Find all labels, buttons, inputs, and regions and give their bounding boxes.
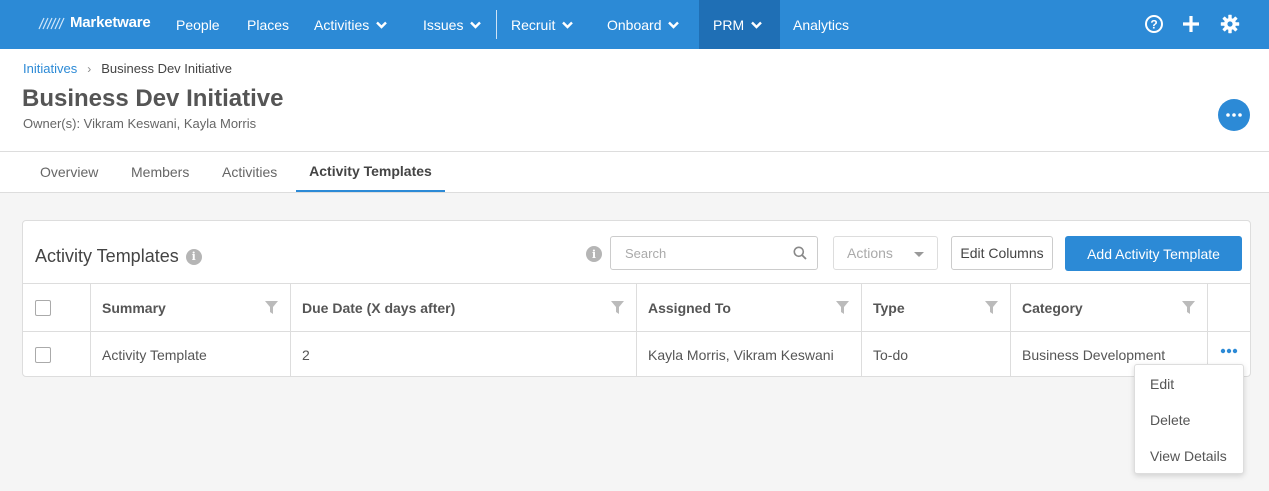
chevron-down-icon <box>751 21 762 29</box>
card-title-text: Activity Templates <box>35 246 179 266</box>
filter-icon[interactable] <box>1182 301 1195 314</box>
cell-type: To-do <box>862 332 1011 377</box>
nav-places-label: Places <box>247 16 290 33</box>
page-header: Initiatives › Business Dev Initiative Bu… <box>0 49 1269 152</box>
help-icon[interactable]: ? <box>1143 13 1165 35</box>
nav-prm[interactable]: PRM <box>699 0 780 49</box>
row-checkbox[interactable] <box>35 346 51 363</box>
tab-activities[interactable]: Activities <box>222 152 277 192</box>
table-row[interactable]: Activity Template 2 Kayla Morris, Vikram… <box>23 332 1250 377</box>
gear-icon[interactable] <box>1219 13 1241 35</box>
tab-overview[interactable]: Overview <box>40 152 98 192</box>
cell-summary[interactable]: Activity Template <box>91 332 291 377</box>
brand-mark-icon <box>38 17 65 29</box>
breadcrumb: Initiatives › Business Dev Initiative <box>23 61 232 76</box>
nav-places[interactable]: Places <box>247 0 289 49</box>
breadcrumb-initiatives-link[interactable]: Initiatives <box>23 61 77 76</box>
actions-dropdown[interactable]: Actions <box>833 236 938 270</box>
row-actions-ellipsis-icon[interactable] <box>1220 348 1238 354</box>
nav-issues-label: Issues <box>423 16 464 33</box>
plus-icon[interactable] <box>1180 13 1202 35</box>
filter-icon[interactable] <box>836 301 849 314</box>
tab-activities-label: Activities <box>222 164 278 180</box>
menu-item-edit[interactable]: Edit <box>1150 376 1174 392</box>
owners-text: Owner(s): Vikram Keswani, Kayla Morris <box>23 116 257 131</box>
column-assigned-to-label: Assigned To <box>648 299 731 316</box>
nav-people[interactable]: People <box>176 0 220 49</box>
more-options-button[interactable] <box>1218 99 1250 131</box>
column-header-type[interactable]: Type <box>862 284 1011 331</box>
table-header-row: Summary Due Date (X days after) Assigned… <box>23 283 1250 332</box>
search-icon[interactable] <box>793 246 807 260</box>
edit-columns-label: Edit Columns <box>960 245 1044 261</box>
row-actions-menu: Edit Delete View Details <box>1134 364 1244 474</box>
card-title: Activity Templates i <box>35 246 202 267</box>
select-all-cell <box>23 284 91 331</box>
tab-activity-templates[interactable]: Activity Templates <box>296 152 445 192</box>
column-type-label: Type <box>873 299 905 316</box>
column-header-summary[interactable]: Summary <box>91 284 291 331</box>
brand-name: Marketware <box>70 14 151 31</box>
nav-prm-label: PRM <box>713 16 745 33</box>
column-summary-label: Summary <box>102 299 166 316</box>
menu-item-view-details[interactable]: View Details <box>1150 448 1227 464</box>
chevron-down-icon <box>562 21 574 29</box>
cell-due-date: 2 <box>291 332 637 377</box>
tab-activity-templates-label: Activity Templates <box>309 163 432 179</box>
column-header-category[interactable]: Category <box>1011 284 1208 331</box>
cell-assigned-to: Kayla Morris, Vikram Keswani <box>637 332 862 377</box>
info-icon[interactable]: i <box>185 248 202 265</box>
column-due-date-label: Due Date (X days after) <box>302 299 456 316</box>
search-field[interactable] <box>610 236 818 270</box>
chevron-down-icon <box>470 21 482 29</box>
search-info-icon[interactable]: i <box>586 246 602 262</box>
svg-text:?: ? <box>1150 18 1157 32</box>
tab-overview-label: Overview <box>40 164 99 180</box>
edit-columns-button[interactable]: Edit Columns <box>951 236 1053 270</box>
ellipsis-icon <box>1226 113 1242 117</box>
top-nav: Marketware People Places Activities Issu… <box>0 0 1269 49</box>
filter-icon[interactable] <box>611 301 624 314</box>
nav-recruit[interactable]: Recruit <box>511 0 574 49</box>
nav-issues[interactable]: Issues <box>423 0 482 49</box>
actions-label: Actions <box>847 245 893 261</box>
activity-templates-card: Activity Templates i i Actions Edit Colu… <box>22 220 1251 377</box>
row-select-cell <box>23 332 91 377</box>
nav-onboard[interactable]: Onboard <box>607 0 680 49</box>
nav-people-label: People <box>176 16 220 33</box>
nav-analytics-label: Analytics <box>793 16 850 33</box>
nav-recruit-label: Recruit <box>511 16 556 33</box>
brand-logo[interactable]: Marketware <box>38 14 151 31</box>
chevron-down-icon <box>668 21 680 29</box>
menu-item-delete[interactable]: Delete <box>1150 412 1190 428</box>
chevron-down-icon <box>376 21 388 29</box>
add-activity-template-button[interactable]: Add Activity Template <box>1065 236 1242 271</box>
page-title: Business Dev Initiative <box>22 85 284 112</box>
caret-down-icon <box>914 252 924 257</box>
column-header-due-date[interactable]: Due Date (X days after) <box>291 284 637 331</box>
nav-onboard-label: Onboard <box>607 16 662 33</box>
nav-activities-label: Activities <box>314 16 370 33</box>
add-activity-template-label: Add Activity Template <box>1087 245 1220 262</box>
chevron-right-icon: › <box>87 61 92 76</box>
tab-members[interactable]: Members <box>131 152 189 192</box>
column-category-label: Category <box>1022 299 1083 316</box>
search-input[interactable] <box>625 245 785 261</box>
select-all-checkbox[interactable] <box>35 299 51 316</box>
column-header-assigned-to[interactable]: Assigned To <box>637 284 862 331</box>
filter-icon[interactable] <box>985 301 998 314</box>
nav-divider <box>496 10 497 39</box>
filter-icon[interactable] <box>265 301 278 314</box>
nav-analytics[interactable]: Analytics <box>793 0 849 49</box>
column-header-actions <box>1208 284 1250 331</box>
breadcrumb-current: Business Dev Initiative <box>101 61 232 76</box>
tab-members-label: Members <box>131 164 190 180</box>
tab-bar: Overview Members Activities Activity Tem… <box>0 151 1269 193</box>
nav-activities[interactable]: Activities <box>314 0 388 49</box>
